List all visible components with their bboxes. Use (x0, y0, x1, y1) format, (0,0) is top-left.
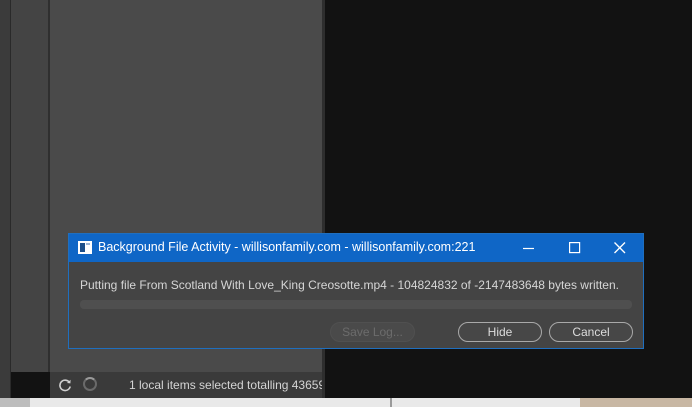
minimize-button[interactable] (506, 234, 552, 262)
left-edge-strip (0, 0, 10, 398)
status-bar: 1 local items selected totalling 436595.… (50, 372, 322, 398)
hide-button[interactable]: Hide (458, 322, 542, 342)
spinner-icon (83, 377, 97, 391)
close-icon (614, 242, 626, 254)
progress-bar (80, 300, 632, 309)
activity-message: Putting file From Scotland With Love_Kin… (80, 278, 619, 292)
maximize-button[interactable] (552, 234, 598, 262)
refresh-icon[interactable] (57, 377, 73, 393)
cancel-button[interactable]: Cancel (549, 322, 633, 342)
bottom-strip-divider (390, 398, 392, 407)
dialog-titlebar[interactable]: Background File Activity - willisonfamil… (69, 234, 643, 262)
close-button[interactable] (597, 234, 643, 262)
bottom-strip (0, 398, 692, 407)
side-column (11, 0, 48, 372)
save-log-button[interactable]: Save Log... (330, 322, 415, 342)
status-text: 1 local items selected totalling 436595.… (129, 378, 322, 392)
minimize-icon (523, 247, 534, 250)
bottom-strip-segment (580, 398, 692, 407)
dialog-title: Background File Activity - willisonfamil… (98, 240, 476, 254)
maximize-icon (569, 242, 581, 254)
background-file-activity-dialog: Background File Activity - willisonfamil… (68, 233, 644, 349)
bottom-strip-segment (0, 398, 30, 407)
app-icon (78, 241, 92, 254)
